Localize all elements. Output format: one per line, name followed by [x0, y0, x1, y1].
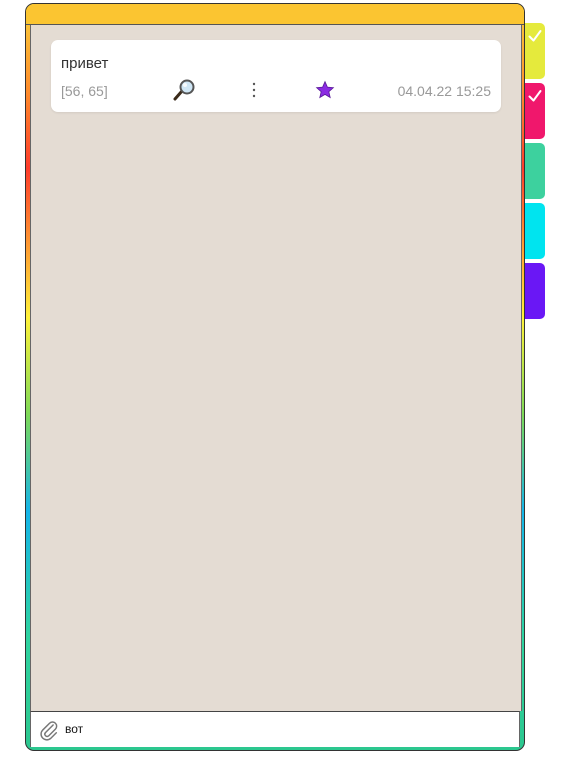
notes-board[interactable]: привет [56, 65] 04.04.22 15:25	[30, 25, 522, 711]
message-composer	[30, 711, 520, 747]
check-icon	[528, 30, 542, 42]
more-vertical-icon[interactable]	[249, 79, 259, 101]
search-icon[interactable]	[172, 78, 196, 102]
window-frame: привет [56, 65] 04.04.22 15:25 вот	[25, 3, 525, 751]
note-card[interactable]: привет [56, 65] 04.04.22 15:25	[51, 40, 501, 112]
color-tab-1[interactable]	[525, 23, 545, 79]
color-tab-2[interactable]	[525, 83, 545, 139]
star-icon[interactable]	[315, 80, 335, 100]
top-bar	[26, 4, 524, 25]
note-coordinates: [56, 65]	[61, 83, 108, 99]
note-timestamp: 04.04.22 15:25	[397, 83, 491, 99]
color-tab-4[interactable]	[525, 203, 545, 259]
color-tab-3[interactable]	[525, 143, 545, 199]
message-input[interactable]	[65, 720, 505, 738]
paperclip-icon[interactable]	[38, 719, 60, 741]
note-title: привет	[61, 55, 109, 72]
check-icon	[528, 90, 542, 102]
color-tab-5[interactable]	[525, 263, 545, 319]
